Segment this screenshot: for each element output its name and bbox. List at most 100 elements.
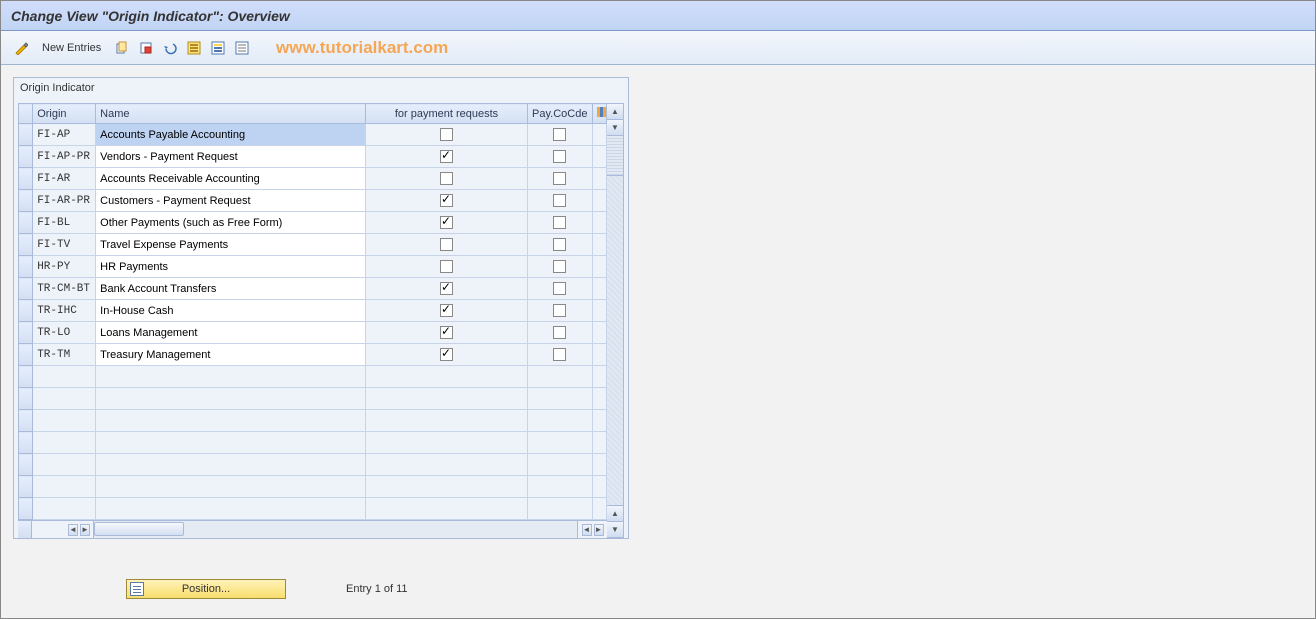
pay-cocde-checkbox[interactable] [553,282,566,295]
empty-cell[interactable] [527,410,592,432]
empty-cell[interactable] [366,454,527,476]
empty-cell[interactable] [33,432,96,454]
origin-cell[interactable]: TR-IHC [33,300,96,322]
payment-request-checkbox[interactable] [440,216,453,229]
origin-cell[interactable]: HR-PY [33,256,96,278]
name-cell[interactable]: In-House Cash [96,300,366,322]
name-cell[interactable]: Customers - Payment Request [96,190,366,212]
position-button[interactable]: Position... [126,579,286,599]
configure-columns-icon[interactable] [592,104,606,124]
row-selector[interactable] [19,322,33,344]
pay-cocde-checkbox[interactable] [553,348,566,361]
name-cell[interactable]: Vendors - Payment Request [96,146,366,168]
payment-request-checkbox[interactable] [440,128,453,141]
empty-cell[interactable] [33,454,96,476]
row-selector[interactable] [19,300,33,322]
deselect-all-icon[interactable] [232,38,252,58]
name-cell[interactable]: Other Payments (such as Free Form) [96,212,366,234]
payment-request-checkbox[interactable] [440,150,453,163]
empty-cell[interactable] [366,388,527,410]
empty-cell[interactable] [33,410,96,432]
copy-icon[interactable] [112,38,132,58]
empty-cell[interactable] [96,454,366,476]
pay-cocde-checkbox[interactable] [553,260,566,273]
payment-request-checkbox[interactable] [440,348,453,361]
empty-cell[interactable] [366,410,527,432]
empty-cell[interactable] [96,432,366,454]
vscroll-page-area[interactable] [607,136,623,176]
empty-cell[interactable] [33,366,96,388]
name-cell[interactable]: Bank Account Transfers [96,278,366,300]
origin-cell[interactable]: FI-AR-PR [33,190,96,212]
hscroll-left2-icon[interactable]: ◄ [582,524,592,536]
payment-request-checkbox[interactable] [440,172,453,185]
hscroll-left-icon[interactable]: ◄ [68,524,78,536]
empty-cell[interactable] [527,454,592,476]
empty-cell[interactable] [527,498,592,520]
row-selector[interactable] [19,168,33,190]
empty-cell[interactable] [33,476,96,498]
payment-request-checkbox[interactable] [440,282,453,295]
hscroll-right-local-icon[interactable]: ► [80,524,90,536]
vscroll-up-icon[interactable]: ▲ [607,104,623,120]
new-entries-button[interactable]: New Entries [35,39,108,57]
pay-cocde-checkbox[interactable] [553,194,566,207]
pay-cocde-checkbox[interactable] [553,216,566,229]
pay-cocde-checkbox[interactable] [553,150,566,163]
undo-icon[interactable] [160,38,180,58]
row-selector[interactable] [19,212,33,234]
delete-icon[interactable] [136,38,156,58]
empty-cell[interactable] [96,498,366,520]
empty-cell[interactable] [527,366,592,388]
empty-cell[interactable] [366,476,527,498]
origin-cell[interactable]: FI-AP-PR [33,146,96,168]
vscroll-track[interactable] [607,176,623,505]
name-cell[interactable]: HR Payments [96,256,366,278]
row-selector[interactable] [19,366,33,388]
toggle-change-icon[interactable] [11,38,31,58]
pay-cocde-checkbox[interactable] [553,304,566,317]
payment-request-checkbox[interactable] [440,260,453,273]
empty-cell[interactable] [366,432,527,454]
empty-cell[interactable] [527,388,592,410]
pay-cocde-checkbox[interactable] [553,172,566,185]
row-selector[interactable] [19,388,33,410]
origin-cell[interactable]: FI-BL [33,212,96,234]
row-selector[interactable] [19,146,33,168]
row-selector[interactable] [19,498,33,520]
name-cell[interactable]: Accounts Receivable Accounting [96,168,366,190]
empty-cell[interactable] [366,498,527,520]
empty-cell[interactable] [96,366,366,388]
empty-cell[interactable] [96,476,366,498]
payment-request-checkbox[interactable] [440,304,453,317]
row-selector[interactable] [19,410,33,432]
row-selector[interactable] [19,454,33,476]
origin-cell[interactable]: FI-AP [33,124,96,146]
payment-request-checkbox[interactable] [440,326,453,339]
vscroll-down-icon[interactable]: ▼ [607,521,623,537]
name-cell[interactable]: Accounts Payable Accounting [96,124,366,146]
empty-cell[interactable] [96,410,366,432]
col-origin-header[interactable]: Origin [33,104,96,124]
hscroll-right-icon[interactable]: ► [594,524,604,536]
select-all-header[interactable] [19,104,33,124]
origin-cell[interactable]: TR-TM [33,344,96,366]
payment-request-checkbox[interactable] [440,194,453,207]
row-selector[interactable] [19,278,33,300]
col-payreq-header[interactable]: for payment requests [366,104,527,124]
empty-cell[interactable] [366,366,527,388]
col-name-header[interactable]: Name [96,104,366,124]
origin-cell[interactable]: TR-CM-BT [33,278,96,300]
row-selector[interactable] [19,432,33,454]
row-selector[interactable] [19,476,33,498]
vscroll-down-step-icon[interactable]: ▼ [607,120,623,136]
pay-cocde-checkbox[interactable] [553,238,566,251]
name-cell[interactable]: Travel Expense Payments [96,234,366,256]
origin-cell[interactable]: TR-LO [33,322,96,344]
pay-cocde-checkbox[interactable] [553,128,566,141]
hscroll-track[interactable] [94,521,577,538]
row-selector[interactable] [19,344,33,366]
empty-cell[interactable] [33,388,96,410]
select-all-icon[interactable] [184,38,204,58]
pay-cocde-checkbox[interactable] [553,326,566,339]
